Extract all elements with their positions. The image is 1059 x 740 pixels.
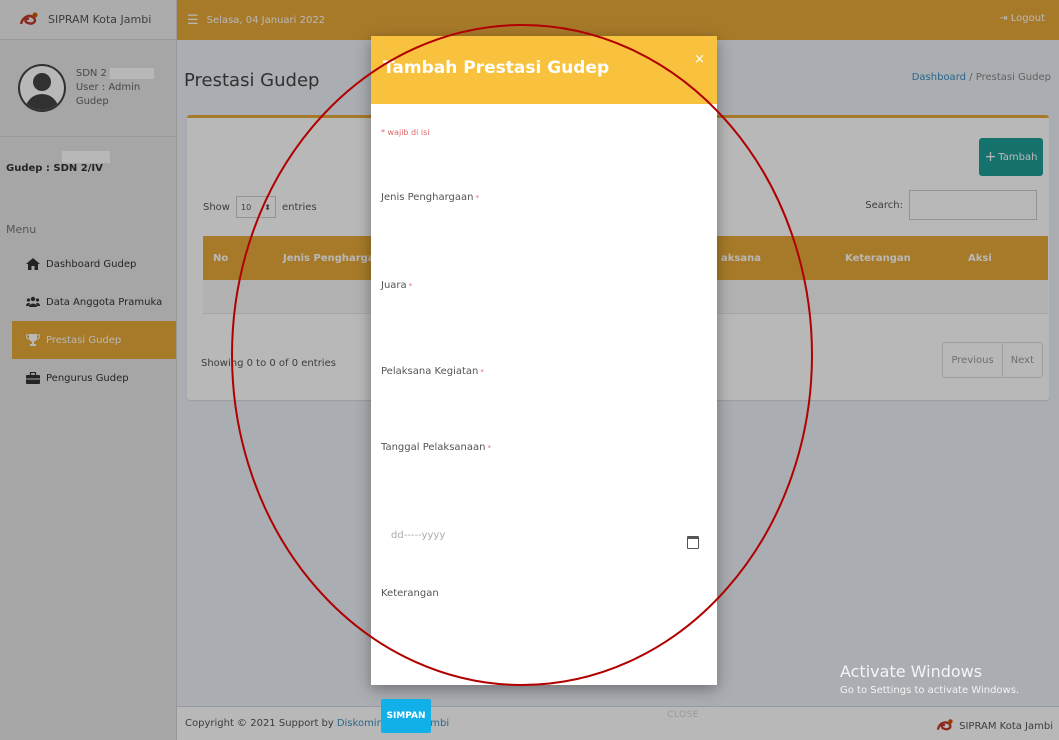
label-pelaksana-kegiatan: Pelaksana Kegiatan * <box>381 366 484 377</box>
label-keterangan: Keterangan <box>381 588 439 599</box>
label-tanggal-pelaksanaan: Tanggal Pelaksanaan * <box>381 442 491 453</box>
calendar-icon[interactable] <box>687 536 699 549</box>
tambah-prestasi-modal: Tambah Prestasi Gudep × * wajib di isi J… <box>371 36 717 733</box>
save-button[interactable]: SIMPAN <box>381 699 431 733</box>
tanggal-input[interactable]: dd-----yyyy <box>381 530 707 554</box>
required-note: * wajib di isi <box>381 128 430 137</box>
close-button[interactable]: CLOSE <box>667 710 699 720</box>
label-juara: Juara * <box>381 280 413 291</box>
windows-watermark: Activate Windows Go to Settings to activ… <box>840 662 1020 696</box>
modal-header: Tambah Prestasi Gudep × <box>371 36 717 104</box>
close-icon[interactable]: × <box>694 52 705 67</box>
label-jenis-penghargaan: Jenis Penghargaan * <box>381 192 479 203</box>
modal-title: Tambah Prestasi Gudep <box>383 58 610 78</box>
